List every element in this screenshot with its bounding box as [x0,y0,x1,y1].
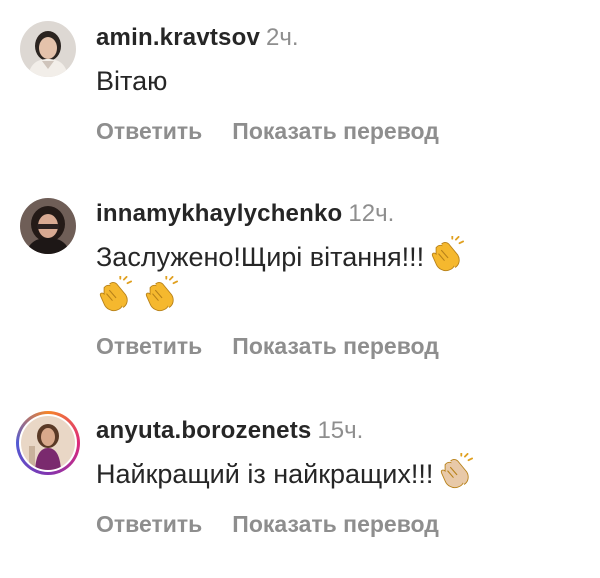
comment-actions: Ответить Показать перевод [96,117,439,145]
comment-text: Найкращий із найкращих!!! [96,453,473,501]
story-ring[interactable] [16,411,80,475]
clapping-hands-icon [96,276,132,324]
username[interactable]: innamykhaylychenko [96,200,342,227]
timestamp: 12ч. [348,200,395,227]
clapping-hands-icon [428,236,464,284]
comment-body: Заслужено!Щирі вітання!!! [96,242,425,272]
timestamp: 15ч. [317,417,364,444]
username[interactable]: amin.kravtsov [96,24,260,51]
show-translation-button[interactable]: Показать перевод [232,118,439,144]
show-translation-button[interactable]: Показать перевод [232,333,439,359]
reply-button[interactable]: Ответить [96,333,202,359]
clapping-hands-light-skin-icon [437,453,473,501]
clapping-hands-icon [142,276,178,324]
comment-header: amin.kravtsov 2ч. [96,24,299,52]
avatar[interactable] [20,21,76,77]
comment-header: innamykhaylychenko 12ч. [96,200,394,228]
comment-header: anyuta.borozenets 15ч. [96,417,363,445]
reply-button[interactable]: Ответить [96,118,202,144]
comment-body: Найкращий із найкращих!!! [96,459,434,489]
avatar[interactable] [21,416,75,470]
comment-body: Вітаю [96,66,168,96]
comment-actions: Ответить Показать перевод [96,510,439,538]
avatar[interactable] [20,198,76,254]
timestamp: 2ч. [266,24,299,51]
comment-actions: Ответить Показать перевод [96,332,439,360]
reply-button[interactable]: Ответить [96,511,202,537]
comment-text: Вітаю [96,60,167,102]
show-translation-button[interactable]: Показать перевод [232,511,439,537]
username[interactable]: anyuta.borozenets [96,417,311,444]
comment-text-continuation [96,276,178,324]
